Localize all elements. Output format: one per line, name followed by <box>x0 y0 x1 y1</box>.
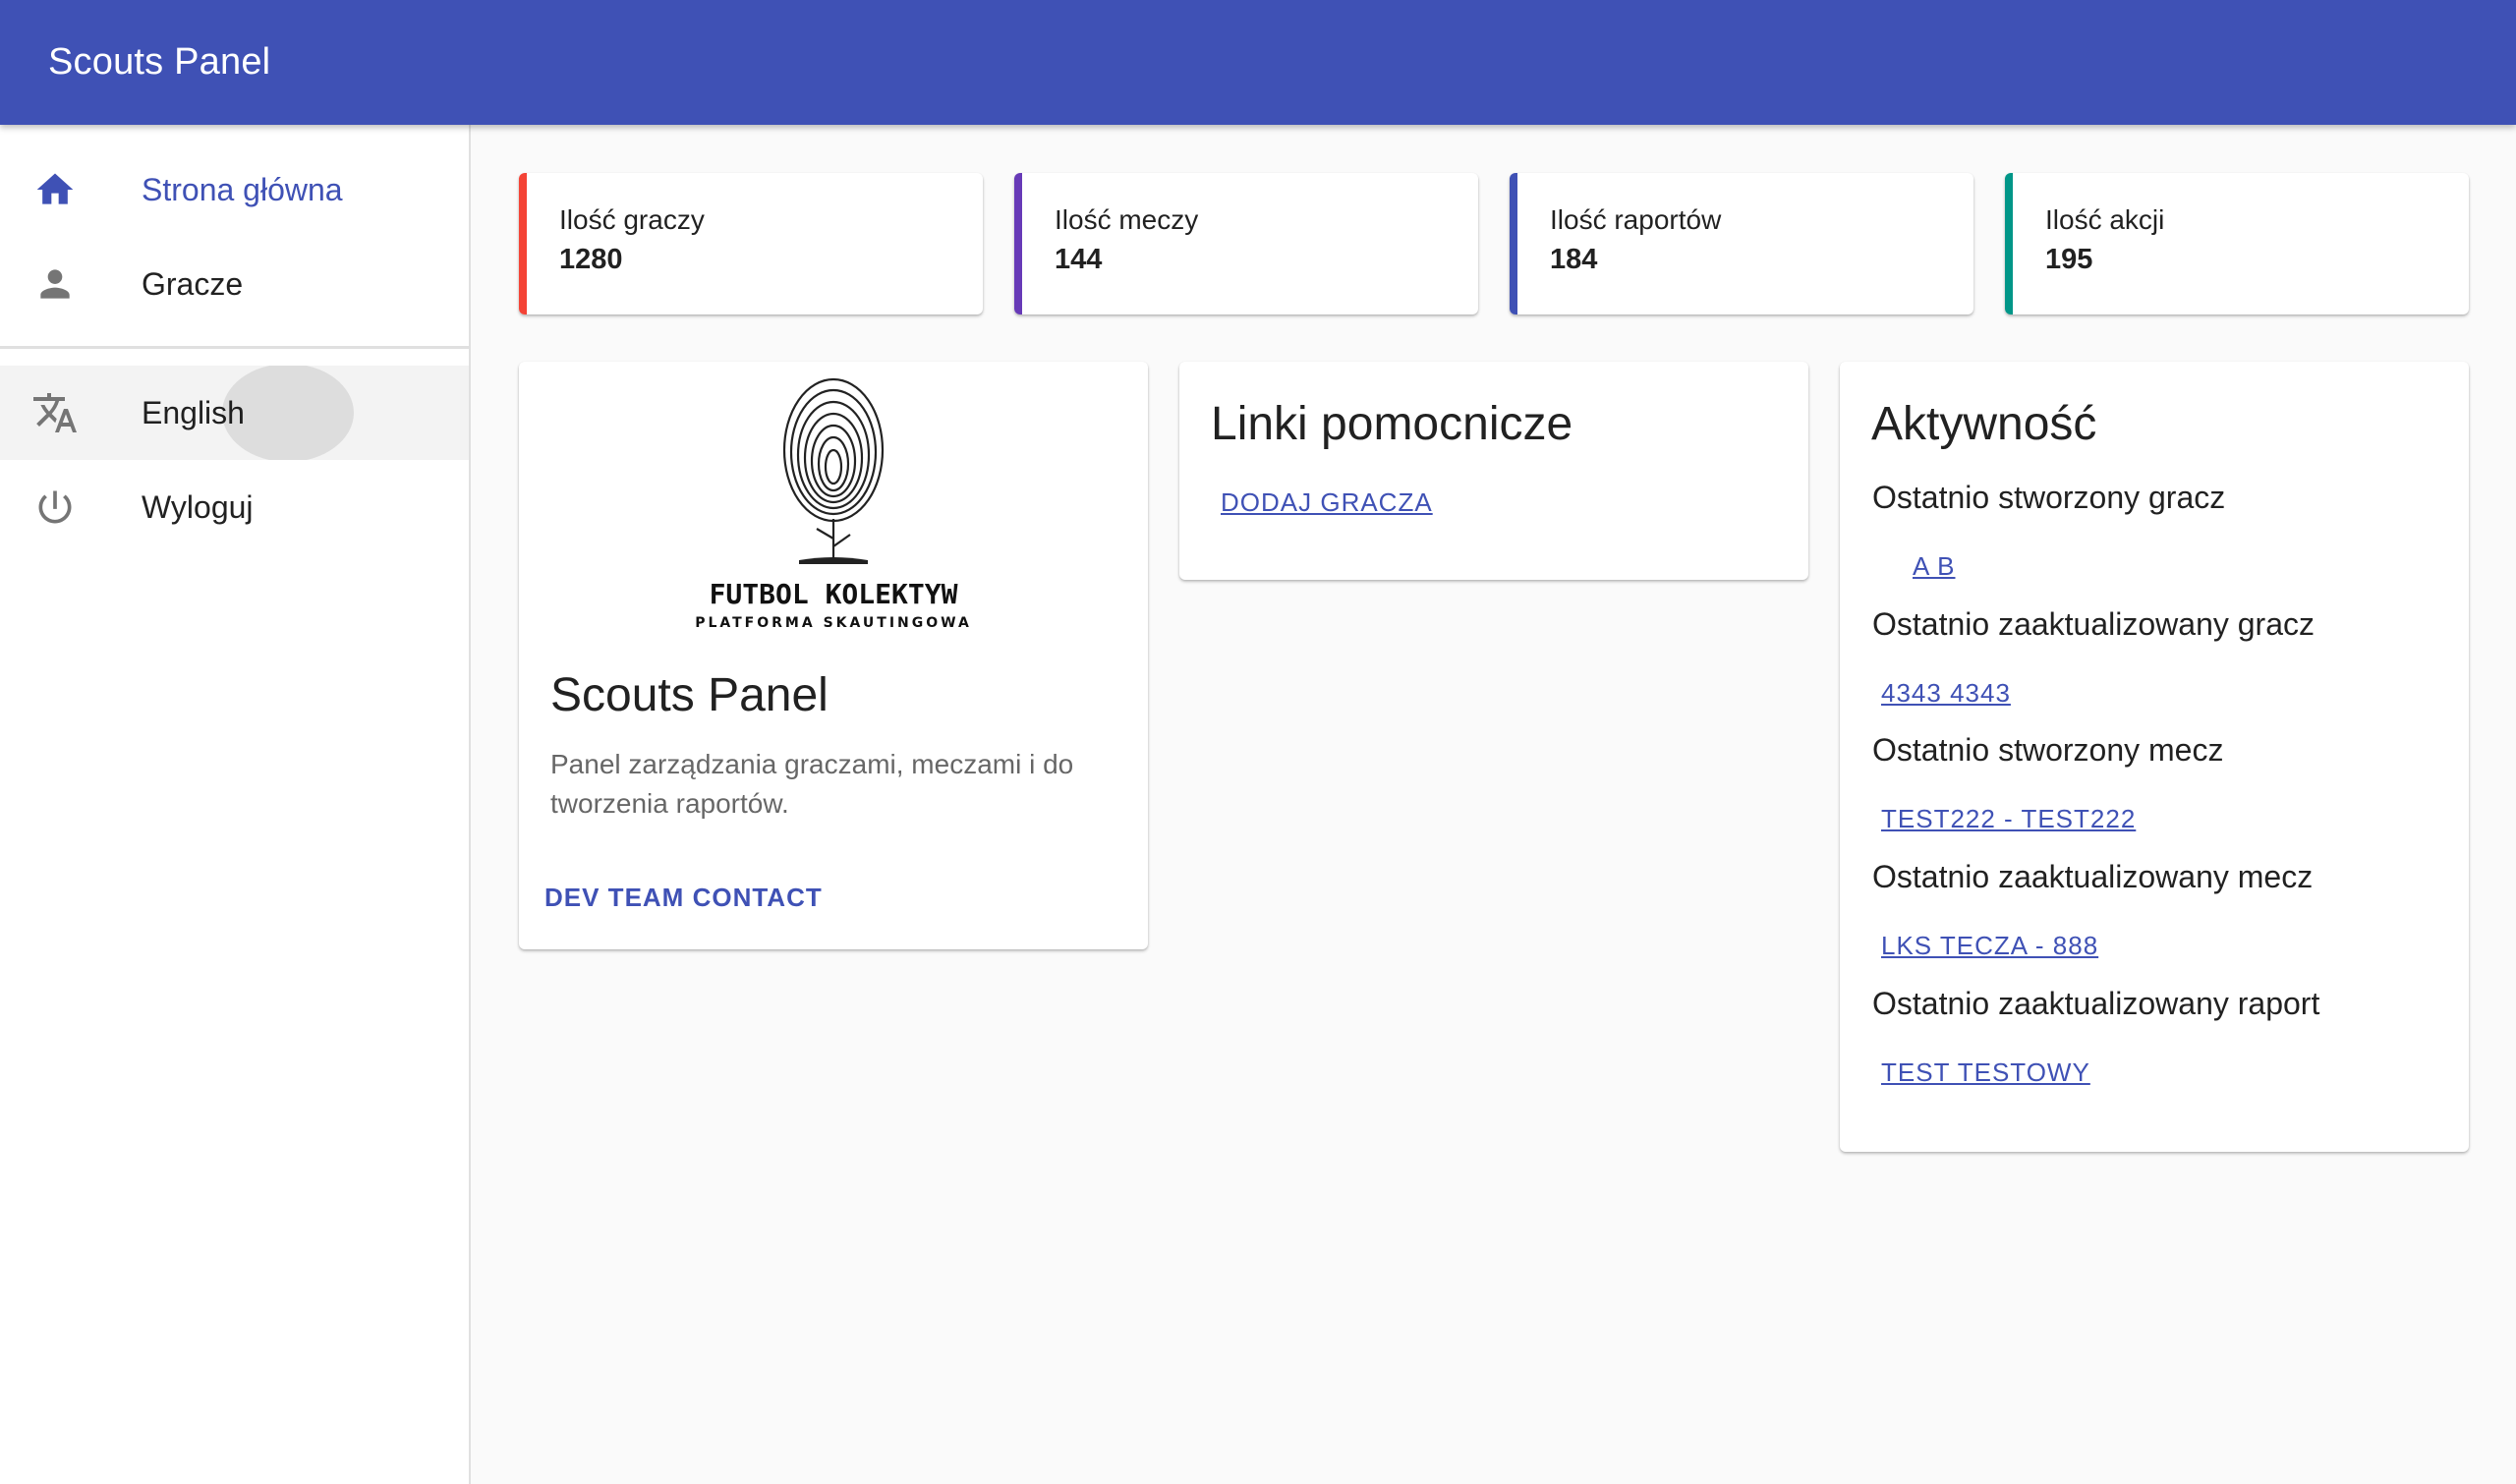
activity-card-title: Aktywność <box>1871 398 2097 450</box>
activity-label: Ostatnio stworzony gracz <box>1872 480 2226 515</box>
activity-link[interactable]: TEST222 - TEST222 <box>1881 804 2136 834</box>
activity-label: Ostatnio zaaktualizowany mecz <box>1872 859 2314 894</box>
sidebar-item-label: Strona główna <box>142 171 343 207</box>
stat-value: 144 <box>1055 244 1103 275</box>
add-player-link[interactable]: DODAJ GRACZA <box>1221 487 1433 518</box>
stat-label: Ilość graczy <box>559 204 705 235</box>
links-card-title: Linki pomocnicze <box>1211 398 1573 450</box>
dev-team-contact-button[interactable]: DEV TEAM CONTACT <box>544 883 823 913</box>
sidebar-item-logout[interactable]: Wyloguj <box>0 460 469 554</box>
power-icon <box>31 484 79 531</box>
stat-accent-bar <box>2005 173 2013 314</box>
logo-text: FUTBOL KOLEKTYW <box>710 578 958 610</box>
app-bar: Scouts Panel <box>0 0 2516 125</box>
info-card: FUTBOL KOLEKTYW PLATFORMA SKAUTINGOWA Sc… <box>519 362 1148 949</box>
futbol-kolektyw-logo: FUTBOL KOLEKTYW PLATFORMA SKAUTINGOWA <box>681 371 986 637</box>
activity-label: Ostatnio stworzony mecz <box>1872 732 2224 768</box>
sidebar-item-label: Wyloguj <box>142 488 254 525</box>
stat-accent-bar <box>519 173 527 314</box>
activity-link[interactable]: A B <box>1913 551 1955 582</box>
sidebar: Strona główna Gracze English Wyloguj <box>0 125 471 1484</box>
person-icon <box>31 260 79 308</box>
sidebar-item-players[interactable]: Gracze <box>0 237 469 331</box>
stat-label: Ilość meczy <box>1055 204 1199 235</box>
sidebar-item-label: Gracze <box>142 265 244 302</box>
sidebar-divider <box>0 346 469 349</box>
sidebar-item-home[interactable]: Strona główna <box>0 143 469 237</box>
activity-link[interactable]: TEST TESTOWY <box>1881 1057 2090 1088</box>
stat-label: Ilość raportów <box>1550 204 1722 235</box>
stat-value: 195 <box>2045 244 2093 275</box>
sidebar-item-label: English <box>142 394 245 430</box>
stat-card-actions: Ilość akcji 195 <box>2005 173 2469 314</box>
activity-link[interactable]: LKS TECZA - 888 <box>1881 931 2098 961</box>
activity-card: Aktywność Ostatnio stworzony gracz A B O… <box>1840 362 2469 1152</box>
stat-value: 1280 <box>559 244 623 275</box>
info-card-description: Panel zarządzania graczami, meczami i do… <box>550 749 1074 819</box>
stat-card-matches: Ilość meczy 144 <box>1014 173 1478 314</box>
stat-card-reports: Ilość raportów 184 <box>1510 173 1973 314</box>
app-title: Scouts Panel <box>48 41 271 83</box>
activity-label: Ostatnio zaaktualizowany gracz <box>1872 606 2315 642</box>
stat-value: 184 <box>1550 244 1598 275</box>
activity-label: Ostatnio zaaktualizowany raport <box>1872 986 2320 1021</box>
translate-icon <box>31 389 79 436</box>
stat-accent-bar <box>1510 173 1517 314</box>
links-card: Linki pomocnicze DODAJ GRACZA <box>1179 362 1808 580</box>
sidebar-item-language[interactable]: English <box>0 366 469 460</box>
stat-accent-bar <box>1014 173 1022 314</box>
stat-card-players: Ilość graczy 1280 <box>519 173 983 314</box>
stat-label: Ilość akcji <box>2045 204 2165 235</box>
activity-link[interactable]: 4343 4343 <box>1881 678 2011 709</box>
logo-subtext: PLATFORMA SKAUTINGOWA <box>695 615 972 631</box>
home-icon <box>31 166 79 213</box>
info-card-title: Scouts Panel <box>550 669 829 721</box>
